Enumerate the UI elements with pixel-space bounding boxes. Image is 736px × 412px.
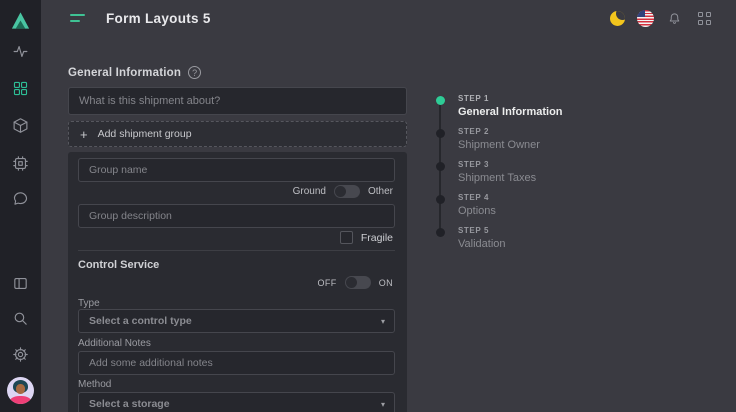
add-group-label: Add shipment group bbox=[98, 128, 192, 140]
type-label: Type bbox=[78, 298, 100, 309]
step-label: STEP 4 bbox=[458, 193, 496, 202]
toggle-knob bbox=[346, 277, 357, 288]
group-name-input[interactable] bbox=[78, 158, 395, 182]
app-logo[interactable] bbox=[0, 0, 41, 41]
step-label: STEP 2 bbox=[458, 127, 540, 136]
chip-icon bbox=[12, 155, 29, 172]
on-label: ON bbox=[379, 278, 393, 288]
sidebar-toggle-panel[interactable] bbox=[0, 274, 41, 292]
header-bar: Form Layouts 5 bbox=[41, 0, 736, 36]
step-label: STEP 3 bbox=[458, 160, 536, 169]
sidebar-item-messages[interactable] bbox=[0, 189, 41, 207]
storage-method-select[interactable]: Select a storage ▾ bbox=[78, 392, 395, 412]
us-flag-icon bbox=[637, 10, 654, 27]
step-title: General Information bbox=[458, 106, 563, 118]
toggle-knob bbox=[335, 186, 346, 197]
sidebar-item-components[interactable] bbox=[0, 116, 41, 134]
off-label: OFF bbox=[317, 278, 336, 288]
toggle-left-label: Ground bbox=[293, 186, 326, 197]
fragile-checkbox[interactable] bbox=[340, 231, 353, 244]
step-title: Validation bbox=[458, 238, 506, 250]
step-label: STEP 1 bbox=[458, 94, 563, 103]
avatar-shirt bbox=[10, 396, 31, 404]
apps-menu-button[interactable] bbox=[698, 0, 711, 36]
step-dot bbox=[436, 228, 445, 237]
grid-icon bbox=[12, 80, 29, 97]
theme-toggle-button[interactable] bbox=[610, 0, 637, 36]
method-label: Method bbox=[78, 379, 111, 390]
step-dot bbox=[436, 129, 445, 138]
help-icon[interactable]: ? bbox=[188, 66, 201, 79]
transport-toggle[interactable] bbox=[334, 185, 360, 198]
chat-bubble-icon bbox=[12, 190, 29, 207]
section-title: General Information bbox=[68, 67, 181, 79]
step-title: Shipment Owner bbox=[458, 139, 540, 151]
select-value: Select a storage bbox=[89, 398, 170, 410]
fragile-label: Fragile bbox=[361, 232, 393, 244]
control-service-toggle[interactable] bbox=[345, 276, 371, 289]
step-label: STEP 5 bbox=[458, 226, 506, 235]
chevron-down-icon: ▾ bbox=[381, 317, 385, 326]
apps-grid-icon bbox=[698, 12, 711, 25]
stepper-step-3[interactable]: STEP 3 Shipment Taxes bbox=[436, 160, 536, 184]
shipment-about-input[interactable] bbox=[68, 87, 407, 115]
moon-icon bbox=[610, 11, 625, 26]
sidebar-item-layouts[interactable] bbox=[0, 79, 41, 97]
step-dot bbox=[436, 195, 445, 204]
sidebar-search[interactable] bbox=[0, 309, 41, 327]
shipment-group-card: Ground Other Fragile Control Service OFF… bbox=[68, 152, 407, 412]
stepper-step-4[interactable]: STEP 4 Options bbox=[436, 193, 496, 217]
bell-icon bbox=[667, 11, 682, 26]
step-title: Shipment Taxes bbox=[458, 172, 536, 184]
control-service-title: Control Service bbox=[78, 259, 159, 271]
stepper-step-2[interactable]: STEP 2 Shipment Owner bbox=[436, 127, 540, 151]
activity-icon bbox=[12, 43, 29, 60]
chevron-down-icon: ▾ bbox=[381, 400, 385, 409]
plus-icon: + bbox=[80, 128, 88, 141]
wizard-stepper: STEP 1 General Information STEP 2 Shipme… bbox=[436, 94, 716, 274]
layout-panel-icon bbox=[12, 275, 29, 292]
add-shipment-group-button[interactable]: + Add shipment group bbox=[68, 121, 407, 147]
notes-label: Additional Notes bbox=[78, 338, 151, 349]
sidebar-item-devices[interactable] bbox=[0, 154, 41, 172]
stepper-step-5[interactable]: STEP 5 Validation bbox=[436, 226, 506, 250]
group-description-input[interactable] bbox=[78, 204, 395, 228]
notifications-button[interactable] bbox=[667, 0, 682, 36]
card-divider bbox=[78, 250, 395, 251]
step-dot bbox=[436, 162, 445, 171]
stepper-step-1[interactable]: STEP 1 General Information bbox=[436, 94, 563, 118]
menu-toggle-icon[interactable] bbox=[70, 13, 85, 23]
user-avatar[interactable] bbox=[7, 377, 34, 404]
page-title: Form Layouts 5 bbox=[106, 11, 211, 26]
gear-icon bbox=[12, 346, 29, 363]
sidebar-settings[interactable] bbox=[0, 345, 41, 363]
language-selector[interactable] bbox=[637, 0, 667, 36]
cube-icon bbox=[12, 117, 29, 134]
header-actions bbox=[610, 0, 711, 36]
additional-notes-input[interactable] bbox=[78, 351, 395, 375]
toggle-right-label: Other bbox=[368, 186, 393, 197]
sidebar bbox=[0, 0, 41, 412]
select-value: Select a control type bbox=[89, 315, 192, 327]
search-icon bbox=[12, 310, 29, 327]
step-title: Options bbox=[458, 205, 496, 217]
logo-triangle-icon bbox=[9, 9, 32, 32]
step-dot bbox=[436, 96, 445, 105]
control-type-select[interactable]: Select a control type ▾ bbox=[78, 309, 395, 333]
avatar-face bbox=[16, 384, 25, 394]
sidebar-item-activity[interactable] bbox=[0, 42, 41, 60]
